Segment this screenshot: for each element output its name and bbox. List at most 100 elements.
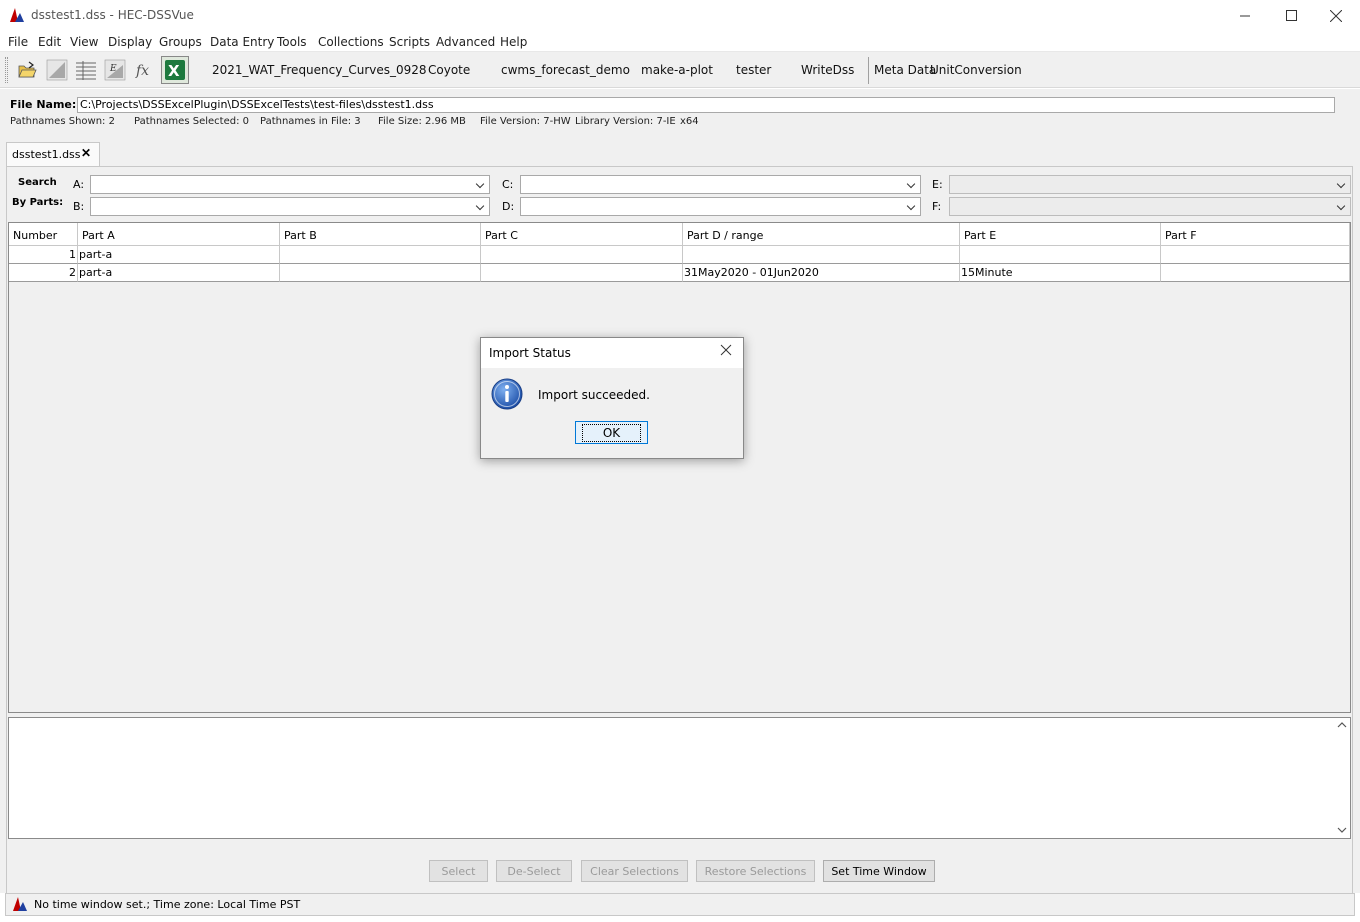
library-version: Library Version: 7-IE [575, 116, 676, 127]
part-b-combo[interactable] [90, 197, 490, 216]
table-cell-part-e[interactable] [960, 246, 1161, 264]
part-e-label: E: [932, 178, 943, 191]
file-name-field[interactable]: C:\Projects\DSSExcelPlugin\DSSExcelTests… [77, 97, 1335, 113]
table-cell-part-f[interactable] [1161, 246, 1350, 264]
script-tester[interactable]: tester [736, 63, 771, 77]
table-cell-number[interactable]: 1 [9, 246, 78, 264]
part-a-combo[interactable] [90, 175, 490, 194]
architecture: x64 [680, 116, 699, 127]
table-cell-part-f[interactable] [1161, 264, 1350, 282]
status-text: No time window set.; Time zone: Local Ti… [34, 898, 301, 911]
file-size: File Size: 2.96 MB [378, 116, 466, 127]
menu-help[interactable]: Help [500, 35, 527, 49]
table-cell-part-b[interactable] [280, 246, 481, 264]
menu-view[interactable]: View [70, 35, 98, 49]
excel-icon[interactable]: X [161, 56, 189, 84]
part-c-combo[interactable] [520, 175, 921, 194]
message-text-area[interactable] [8, 717, 1351, 839]
tab-close-icon[interactable]: ✕ [81, 146, 91, 160]
part-e-combo[interactable] [949, 175, 1351, 194]
minimize-button[interactable] [1222, 0, 1268, 31]
column-header-part-e[interactable]: Part E [960, 223, 1161, 246]
script-2021-wat-frequency-curves[interactable]: 2021_WAT_Frequency_Curves_0928 [212, 63, 427, 77]
column-header-part-f[interactable]: Part F [1161, 223, 1350, 246]
pathnames-in-file: Pathnames in File: 3 [260, 116, 361, 127]
plugin-meta-data[interactable]: Meta Data [874, 63, 936, 77]
table-cell-part-c[interactable] [481, 246, 683, 264]
script-cwms-forecast-demo[interactable]: cwms_forecast_demo [501, 63, 630, 77]
table-cell-part-d[interactable]: 31May2020 - 01Jun2020 [683, 264, 960, 282]
part-b-label: B: [73, 200, 85, 213]
menu-tools[interactable]: Tools [277, 35, 307, 49]
pathname-table [8, 222, 1351, 713]
table-cell-part-d[interactable] [683, 246, 960, 264]
script-coyote[interactable]: Coyote [428, 63, 470, 77]
search-label: Search [18, 177, 57, 188]
menu-data-entry[interactable]: Data Entry [210, 35, 274, 49]
table-cell-part-c[interactable] [481, 264, 683, 282]
menu-advanced[interactable]: Advanced [436, 35, 495, 49]
pathnames-selected: Pathnames Selected: 0 [134, 116, 249, 127]
part-a-label: A: [73, 178, 85, 191]
column-header-part-c[interactable]: Part C [481, 223, 683, 246]
hec-dssvue-app-icon [9, 7, 25, 23]
table-cell-part-b[interactable] [280, 264, 481, 282]
part-d-combo[interactable] [520, 197, 921, 216]
plugin-unit-conversion[interactable]: UnitConversion [930, 63, 1022, 77]
svg-text:fx: fx [135, 63, 149, 79]
menu-file[interactable]: File [8, 35, 28, 49]
ok-button[interactable]: OK [575, 421, 648, 444]
scroll-up-icon[interactable] [1337, 721, 1347, 731]
menu-scripts[interactable]: Scripts [389, 35, 430, 49]
tab-label: dsstest1.dss [12, 148, 81, 161]
dialog-close-icon[interactable] [720, 343, 732, 361]
file-version: File Version: 7-HW [480, 116, 571, 127]
svg-text:X: X [168, 62, 180, 80]
status-app-icon [12, 896, 28, 912]
window-title: dsstest1.dss - HEC-DSSVue [31, 8, 194, 22]
part-d-label: D: [502, 200, 515, 213]
menu-collections[interactable]: Collections [318, 35, 384, 49]
clear-selections-button[interactable]: Clear Selections [581, 860, 688, 882]
table-cell-number[interactable]: 2 [9, 264, 78, 282]
column-header-number[interactable]: Number [9, 223, 78, 246]
part-f-label: F: [932, 200, 942, 213]
select-button[interactable]: Select [429, 860, 488, 882]
ok-button-label: OK [581, 423, 642, 442]
script-writedss[interactable]: WriteDss [801, 63, 854, 77]
maximize-button[interactable] [1268, 0, 1314, 31]
deselect-button[interactable]: De-Select [496, 860, 572, 882]
menu-bar: File Edit View Display Groups Data Entry… [0, 31, 1360, 52]
close-window-button[interactable] [1313, 0, 1359, 31]
by-parts-label: By Parts: [12, 197, 64, 208]
menu-groups[interactable]: Groups [159, 35, 202, 49]
info-icon [491, 378, 523, 410]
part-c-label: C: [502, 178, 514, 191]
title-bar [0, 0, 1360, 31]
column-header-part-d[interactable]: Part D / range [683, 223, 960, 246]
function-icon[interactable]: fx [133, 58, 157, 82]
dialog-message: Import succeeded. [538, 388, 650, 402]
toolbar-grip[interactable] [5, 57, 8, 83]
edit-icon[interactable]: E [103, 58, 127, 82]
plot-icon[interactable] [45, 58, 69, 82]
set-time-window-button[interactable]: Set Time Window [823, 860, 935, 882]
table-cell-part-a[interactable]: part-a [78, 246, 280, 264]
script-make-a-plot[interactable]: make-a-plot [641, 63, 713, 77]
pathnames-shown: Pathnames Shown: 2 [10, 116, 115, 127]
table-cell-part-a[interactable]: part-a [78, 264, 280, 282]
menu-edit[interactable]: Edit [38, 35, 61, 49]
dialog-title: Import Status [489, 346, 571, 360]
svg-text:E: E [109, 64, 117, 74]
toolbar-separator [868, 57, 869, 84]
restore-selections-button[interactable]: Restore Selections [696, 860, 815, 882]
file-name-label: File Name: [10, 98, 77, 111]
table-cell-part-e[interactable]: 15Minute [960, 264, 1161, 282]
menu-display[interactable]: Display [108, 35, 152, 49]
column-header-part-b[interactable]: Part B [280, 223, 481, 246]
column-header-part-a[interactable]: Part A [78, 223, 280, 246]
tabulate-icon[interactable] [74, 58, 98, 82]
open-folder-icon[interactable] [15, 58, 39, 82]
scroll-down-icon[interactable] [1337, 826, 1347, 836]
part-f-combo[interactable] [949, 197, 1351, 216]
